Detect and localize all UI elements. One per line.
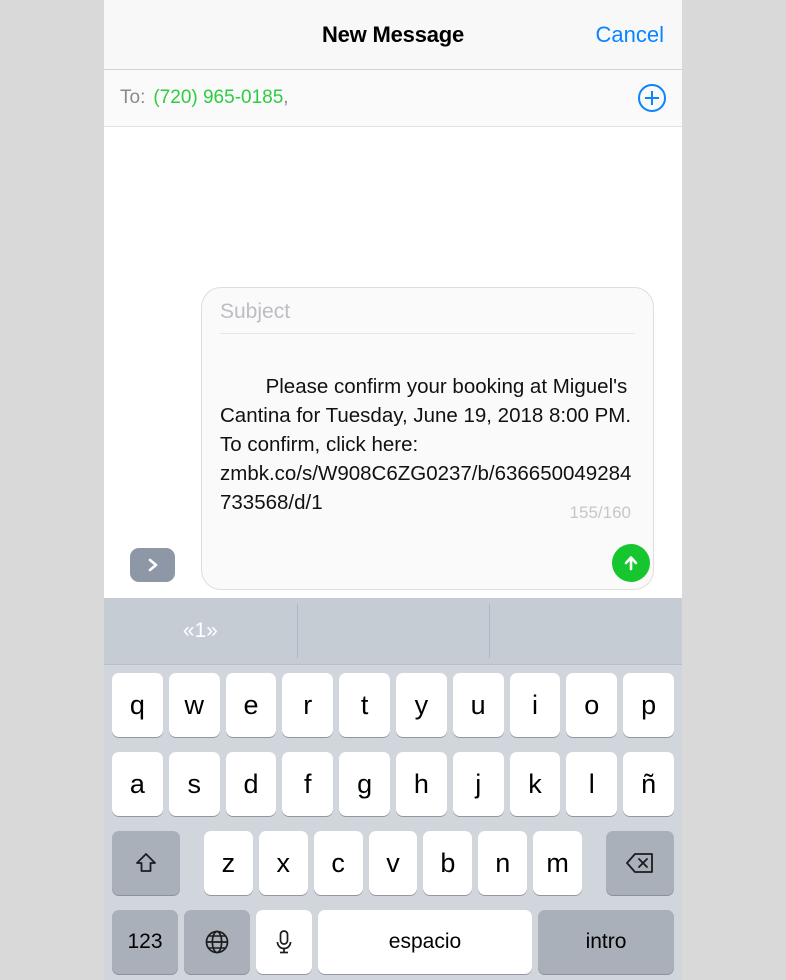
suggestion-2[interactable] — [296, 598, 490, 664]
key-r[interactable]: r — [282, 673, 334, 737]
chevron-right-icon — [148, 558, 157, 572]
to-label: To: — [120, 87, 146, 108]
key-m[interactable]: m — [533, 831, 583, 895]
key-w[interactable]: w — [168, 673, 220, 737]
microphone-icon — [276, 930, 292, 954]
language-globe-key[interactable] — [184, 910, 250, 974]
key-j[interactable]: j — [452, 752, 504, 816]
navigation-bar: New Message Cancel — [104, 0, 682, 70]
backspace-key[interactable] — [606, 831, 675, 895]
key-b[interactable]: b — [423, 831, 473, 895]
key-z[interactable]: z — [204, 831, 253, 895]
shift-arrow-up-icon — [136, 853, 156, 872]
message-body-text: Please confirm your booking at Miguel's … — [220, 375, 637, 514]
key-i[interactable]: i — [509, 673, 561, 737]
subject-input[interactable]: Subject — [220, 300, 635, 334]
key-n[interactable]: n — [478, 831, 528, 895]
add-contact-plus-icon[interactable] — [637, 83, 667, 113]
key-d[interactable]: d — [225, 752, 277, 816]
keyboard-row-2: a s d f g h j k l ñ — [109, 752, 677, 816]
key-x[interactable]: x — [258, 831, 308, 895]
key-e[interactable]: e — [225, 673, 277, 737]
cancel-button[interactable]: Cancel — [596, 22, 664, 48]
key-u[interactable]: u — [452, 673, 504, 737]
suggestion-3[interactable] — [489, 598, 682, 664]
conversation-area: Subject Please confirm your booking at M… — [104, 127, 682, 598]
key-t[interactable]: t — [339, 673, 390, 737]
message-body-input[interactable]: Please confirm your booking at Miguel's … — [220, 334, 635, 575]
return-key[interactable]: intro — [538, 910, 674, 974]
space-key[interactable]: espacio — [318, 910, 532, 974]
keyboard-row-4: 123 espacio intro — [109, 910, 677, 974]
send-arrow-up-icon — [624, 556, 638, 571]
character-counter: 155/160 — [569, 503, 631, 522]
recipient-separator: , — [283, 87, 289, 108]
numeric-mode-key[interactable]: 123 — [112, 910, 178, 974]
key-v[interactable]: v — [368, 831, 418, 895]
key-enye[interactable]: ñ — [623, 752, 674, 816]
key-h[interactable]: h — [396, 752, 447, 816]
key-k[interactable]: k — [509, 752, 561, 816]
predictive-text-bar: «1» — [104, 598, 682, 665]
suggestion-1[interactable]: «1» — [104, 598, 297, 664]
expand-apps-button[interactable] — [130, 548, 175, 582]
message-input-bubble[interactable]: Subject Please confirm your booking at M… — [201, 287, 654, 590]
dictation-key[interactable] — [256, 910, 312, 974]
key-o[interactable]: o — [566, 673, 618, 737]
key-c[interactable]: c — [313, 831, 363, 895]
recipient-field[interactable]: To: (720) 965-0185 , — [104, 70, 682, 127]
key-f[interactable]: f — [282, 752, 334, 816]
key-q[interactable]: q — [112, 673, 163, 737]
backspace-delete-icon — [626, 853, 653, 873]
globe-language-icon — [205, 930, 229, 954]
key-g[interactable]: g — [339, 752, 390, 816]
shift-key[interactable] — [112, 831, 180, 895]
keyboard-row-1: q w e r t y u i o p — [109, 673, 677, 737]
key-y[interactable]: y — [396, 673, 447, 737]
recipient-phone-number[interactable]: (720) 965-0185 — [153, 87, 283, 109]
key-l[interactable]: l — [566, 752, 618, 816]
send-button[interactable] — [612, 544, 650, 582]
key-a[interactable]: a — [112, 752, 163, 816]
key-p[interactable]: p — [623, 673, 674, 737]
on-screen-keyboard: q w e r t y u i o p a s d f g h j k l ñ — [104, 665, 682, 980]
keyboard-row-3: z x c v b n m — [109, 831, 677, 895]
key-s[interactable]: s — [168, 752, 220, 816]
phone-screen: New Message Cancel To: (720) 965-0185 , … — [104, 0, 682, 980]
